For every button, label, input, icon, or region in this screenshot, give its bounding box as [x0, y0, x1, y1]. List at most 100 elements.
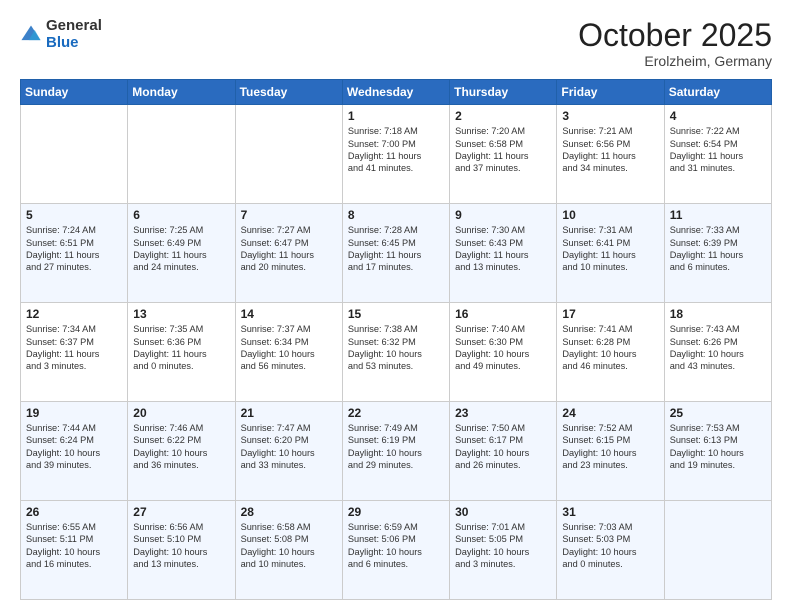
- cell-info: Sunrise: 7:33 AM Sunset: 6:39 PM Dayligh…: [670, 224, 766, 274]
- day-number: 4: [670, 109, 766, 123]
- header-thursday: Thursday: [450, 80, 557, 105]
- day-number: 3: [562, 109, 658, 123]
- cell-info: Sunrise: 7:49 AM Sunset: 6:19 PM Dayligh…: [348, 422, 444, 472]
- logo-text: General Blue: [46, 18, 102, 51]
- table-row: 12 Sunrise: 7:34 AM Sunset: 6:37 PM Dayli…: [21, 303, 128, 402]
- location: Erolzheim, Germany: [578, 53, 772, 69]
- table-row: 7 Sunrise: 7:27 AM Sunset: 6:47 PM Daylig…: [235, 204, 342, 303]
- table-row: 24Sunrise: 7:52 AM Sunset: 6:15 PM Dayli…: [557, 402, 664, 501]
- day-number: 5: [26, 208, 122, 222]
- day-number: 10: [562, 208, 658, 222]
- calendar-week-row: 5 Sunrise: 7:24 AM Sunset: 6:51 PM Daylig…: [21, 204, 772, 303]
- cell-info: Sunrise: 7:25 AM Sunset: 6:49 PM Dayligh…: [133, 224, 229, 274]
- day-number: 30: [455, 505, 551, 519]
- table-row: 9Sunrise: 7:30 AM Sunset: 6:43 PM Daylig…: [450, 204, 557, 303]
- calendar-table: Sunday Monday Tuesday Wednesday Thursday…: [20, 79, 772, 600]
- header-wednesday: Wednesday: [342, 80, 449, 105]
- cell-info: Sunrise: 7:21 AM Sunset: 6:56 PM Dayligh…: [562, 125, 658, 175]
- table-row: 20Sunrise: 7:46 AM Sunset: 6:22 PM Dayli…: [128, 402, 235, 501]
- table-row: 16 Sunrise: 7:40 AM Sunset: 6:30 PM Dayli…: [450, 303, 557, 402]
- day-number: 17: [562, 307, 658, 321]
- cell-info: Sunrise: 7:01 AM Sunset: 5:05 PM Dayligh…: [455, 521, 551, 571]
- cell-info: Sunrise: 7:53 AM Sunset: 6:13 PM Dayligh…: [670, 422, 766, 472]
- day-number: 25: [670, 406, 766, 420]
- cell-info: Sunrise: 6:59 AM Sunset: 5:06 PM Dayligh…: [348, 521, 444, 571]
- table-row: 26Sunrise: 6:55 AM Sunset: 5:11 PM Dayli…: [21, 501, 128, 600]
- day-number: 23: [455, 406, 551, 420]
- cell-info: Sunrise: 7:52 AM Sunset: 6:15 PM Dayligh…: [562, 422, 658, 472]
- title-block: October 2025 Erolzheim, Germany: [578, 18, 772, 69]
- table-row: 19Sunrise: 7:44 AM Sunset: 6:24 PM Dayli…: [21, 402, 128, 501]
- cell-info: Sunrise: 7:40 AM Sunset: 6:30 PM Dayligh…: [455, 323, 551, 373]
- cell-info: Sunrise: 7:27 AM Sunset: 6:47 PM Dayligh…: [241, 224, 337, 274]
- logo-blue-text: Blue: [46, 35, 102, 52]
- logo-general-text: General: [46, 18, 102, 35]
- cell-info: Sunrise: 6:56 AM Sunset: 5:10 PM Dayligh…: [133, 521, 229, 571]
- cell-info: Sunrise: 7:37 AM Sunset: 6:34 PM Dayligh…: [241, 323, 337, 373]
- cell-info: Sunrise: 7:30 AM Sunset: 6:43 PM Dayligh…: [455, 224, 551, 274]
- day-number: 31: [562, 505, 658, 519]
- header: General Blue October 2025 Erolzheim, Ger…: [20, 18, 772, 69]
- table-row: 6Sunrise: 7:25 AM Sunset: 6:49 PM Daylig…: [128, 204, 235, 303]
- cell-info: Sunrise: 7:38 AM Sunset: 6:32 PM Dayligh…: [348, 323, 444, 373]
- day-number: 12: [26, 307, 122, 321]
- cell-info: Sunrise: 6:58 AM Sunset: 5:08 PM Dayligh…: [241, 521, 337, 571]
- calendar-week-row: 12 Sunrise: 7:34 AM Sunset: 6:37 PM Dayli…: [21, 303, 772, 402]
- cell-info: Sunrise: 7:20 AM Sunset: 6:58 PM Dayligh…: [455, 125, 551, 175]
- header-friday: Friday: [557, 80, 664, 105]
- day-number: 15: [348, 307, 444, 321]
- cell-info: Sunrise: 6:55 AM Sunset: 5:11 PM Dayligh…: [26, 521, 122, 571]
- table-row: 27 Sunrise: 6:56 AM Sunset: 5:10 PM Dayli…: [128, 501, 235, 600]
- calendar-week-row: 19Sunrise: 7:44 AM Sunset: 6:24 PM Dayli…: [21, 402, 772, 501]
- header-saturday: Saturday: [664, 80, 771, 105]
- header-tuesday: Tuesday: [235, 80, 342, 105]
- table-row: 23Sunrise: 7:50 AM Sunset: 6:17 PM Dayli…: [450, 402, 557, 501]
- header-monday: Monday: [128, 80, 235, 105]
- table-row: 2 Sunrise: 7:20 AM Sunset: 6:58 PM Daylig…: [450, 105, 557, 204]
- table-row: 30 Sunrise: 7:01 AM Sunset: 5:05 PM Dayli…: [450, 501, 557, 600]
- table-row: 21 Sunrise: 7:47 AM Sunset: 6:20 PM Dayli…: [235, 402, 342, 501]
- day-number: 21: [241, 406, 337, 420]
- table-row: [21, 105, 128, 204]
- table-row: 17Sunrise: 7:41 AM Sunset: 6:28 PM Dayli…: [557, 303, 664, 402]
- table-row: 14 Sunrise: 7:37 AM Sunset: 6:34 PM Dayli…: [235, 303, 342, 402]
- table-row: 1Sunrise: 7:18 AM Sunset: 7:00 PM Daylig…: [342, 105, 449, 204]
- day-number: 19: [26, 406, 122, 420]
- table-row: 15 Sunrise: 7:38 AM Sunset: 6:32 PM Dayli…: [342, 303, 449, 402]
- table-row: 22 Sunrise: 7:49 AM Sunset: 6:19 PM Dayli…: [342, 402, 449, 501]
- table-row: [664, 501, 771, 600]
- table-row: [128, 105, 235, 204]
- cell-info: Sunrise: 7:47 AM Sunset: 6:20 PM Dayligh…: [241, 422, 337, 472]
- cell-info: Sunrise: 7:28 AM Sunset: 6:45 PM Dayligh…: [348, 224, 444, 274]
- table-row: 3 Sunrise: 7:21 AM Sunset: 6:56 PM Daylig…: [557, 105, 664, 204]
- table-row: 8Sunrise: 7:28 AM Sunset: 6:45 PM Daylig…: [342, 204, 449, 303]
- calendar-week-row: 1Sunrise: 7:18 AM Sunset: 7:00 PM Daylig…: [21, 105, 772, 204]
- cell-info: Sunrise: 7:18 AM Sunset: 7:00 PM Dayligh…: [348, 125, 444, 175]
- day-number: 16: [455, 307, 551, 321]
- days-header-row: Sunday Monday Tuesday Wednesday Thursday…: [21, 80, 772, 105]
- day-number: 27: [133, 505, 229, 519]
- table-row: 28 Sunrise: 6:58 AM Sunset: 5:08 PM Dayli…: [235, 501, 342, 600]
- cell-info: Sunrise: 7:03 AM Sunset: 5:03 PM Dayligh…: [562, 521, 658, 571]
- logo-icon: [20, 24, 42, 46]
- day-number: 7: [241, 208, 337, 222]
- table-row: 13 Sunrise: 7:35 AM Sunset: 6:36 PM Dayli…: [128, 303, 235, 402]
- day-number: 13: [133, 307, 229, 321]
- day-number: 2: [455, 109, 551, 123]
- table-row: 4Sunrise: 7:22 AM Sunset: 6:54 PM Daylig…: [664, 105, 771, 204]
- month-title: October 2025: [578, 18, 772, 53]
- day-number: 18: [670, 307, 766, 321]
- day-number: 22: [348, 406, 444, 420]
- day-number: 14: [241, 307, 337, 321]
- cell-info: Sunrise: 7:34 AM Sunset: 6:37 PM Dayligh…: [26, 323, 122, 373]
- table-row: [235, 105, 342, 204]
- cell-info: Sunrise: 7:46 AM Sunset: 6:22 PM Dayligh…: [133, 422, 229, 472]
- day-number: 28: [241, 505, 337, 519]
- table-row: 10Sunrise: 7:31 AM Sunset: 6:41 PM Dayli…: [557, 204, 664, 303]
- cell-info: Sunrise: 7:35 AM Sunset: 6:36 PM Dayligh…: [133, 323, 229, 373]
- cell-info: Sunrise: 7:43 AM Sunset: 6:26 PM Dayligh…: [670, 323, 766, 373]
- cell-info: Sunrise: 7:24 AM Sunset: 6:51 PM Dayligh…: [26, 224, 122, 274]
- table-row: 31 Sunrise: 7:03 AM Sunset: 5:03 PM Dayli…: [557, 501, 664, 600]
- day-number: 11: [670, 208, 766, 222]
- table-row: 18 Sunrise: 7:43 AM Sunset: 6:26 PM Dayli…: [664, 303, 771, 402]
